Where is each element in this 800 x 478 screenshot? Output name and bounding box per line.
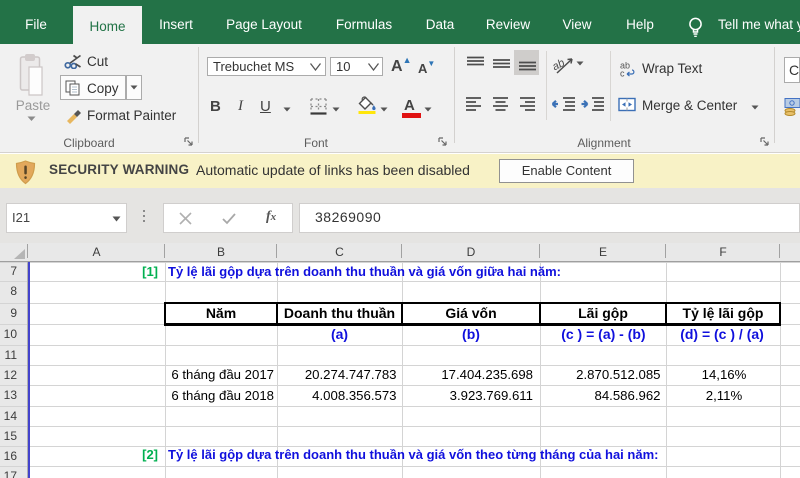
svg-text:c: c (620, 69, 625, 78)
